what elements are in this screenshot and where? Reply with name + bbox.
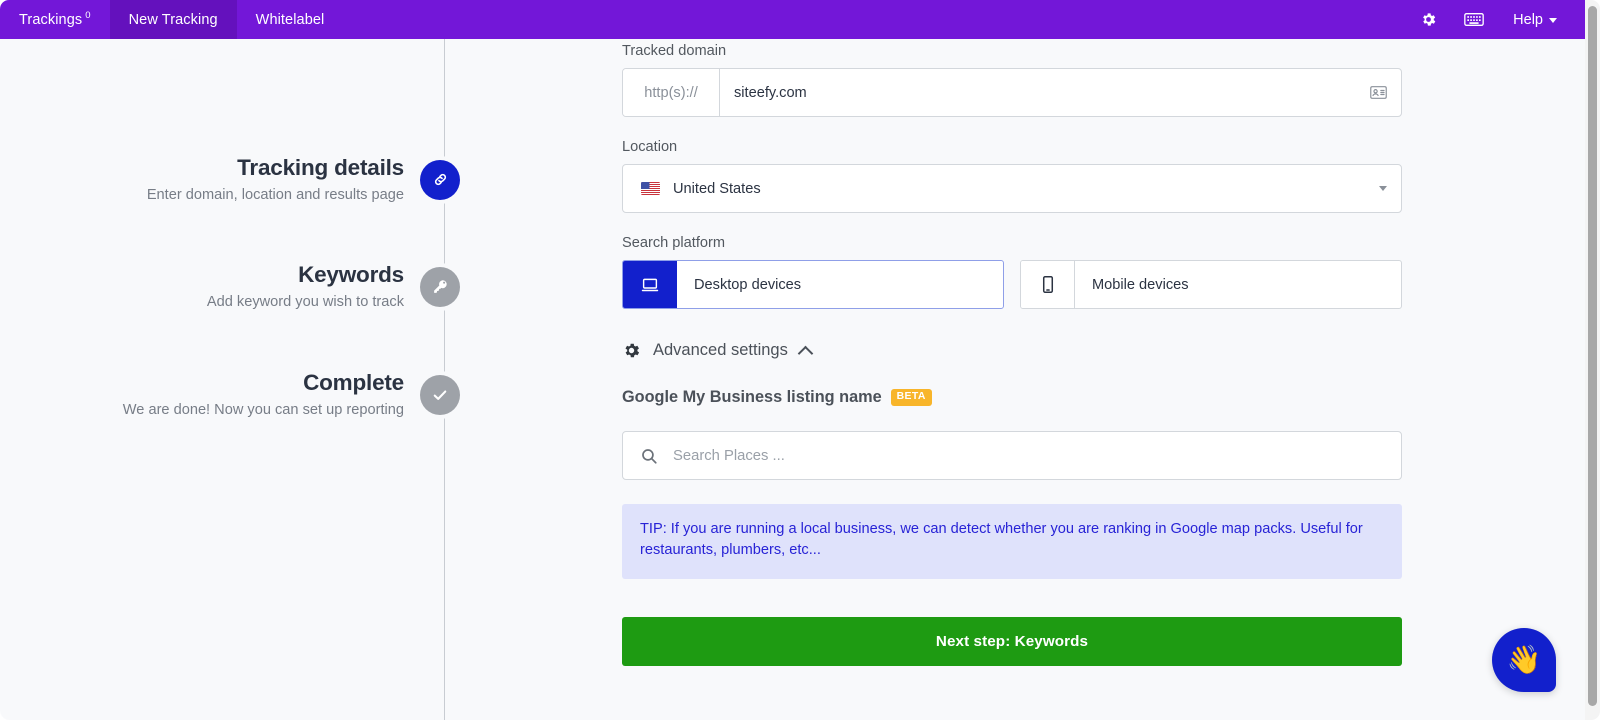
chevron-down-icon — [1379, 186, 1387, 191]
step-complete-text: Complete We are done! Now you can set up… — [0, 369, 420, 420]
domain-protocol-prefix: http(s):// — [623, 69, 720, 116]
gear-icon — [622, 341, 641, 360]
step-keywords-text: Keywords Add keyword you wish to track — [0, 261, 420, 312]
places-search-group — [622, 431, 1402, 480]
nav-tab-new-tracking[interactable]: New Tracking — [109, 0, 237, 39]
step-complete-title: Complete — [303, 370, 404, 395]
step-keywords-title: Keywords — [298, 262, 404, 287]
step-keywords-subtitle: Add keyword you wish to track — [206, 294, 404, 311]
gmb-heading: Google My Business listing name BETA — [622, 388, 1402, 407]
search-platform-options: Desktop devices Mobile devices — [622, 260, 1402, 309]
advanced-settings-toggle[interactable]: Advanced settings — [622, 341, 1402, 362]
gmb-title: Google My Business listing name — [622, 388, 882, 406]
us-flag-icon — [641, 182, 660, 195]
nav-actions: Help — [1405, 0, 1585, 39]
key-icon[interactable] — [420, 266, 460, 307]
platform-option-desktop-label: Desktop devices — [694, 276, 802, 293]
desktop-icon — [623, 261, 677, 308]
location-value: United States — [673, 180, 761, 197]
search-icon — [640, 447, 658, 465]
vertical-scrollbar-thumb[interactable] — [1588, 6, 1597, 706]
step-tracking-details-title: Tracking details — [237, 155, 404, 180]
tracked-domain-label: Tracked domain — [622, 43, 727, 59]
search-platform-field: Search platform Desktop devices Mobile d… — [622, 213, 1402, 309]
step-tracking-details-subtitle: Enter domain, location and results page — [146, 187, 404, 204]
nav-tabs: Trackings 0 New Tracking Whitelabel — [0, 0, 343, 39]
gear-icon[interactable] — [1405, 0, 1451, 39]
nav-tab-trackings[interactable]: Trackings 0 — [0, 0, 110, 39]
chat-launcher-button[interactable]: 👋 — [1492, 628, 1556, 692]
page-content: Tracking details Enter domain, location … — [0, 39, 1585, 720]
chevron-up-icon — [797, 345, 814, 362]
platform-option-desktop[interactable]: Desktop devices — [622, 260, 1004, 309]
tracking-details-form: Tracked domain http(s):// siteefy.com Lo… — [622, 39, 1402, 666]
help-menu[interactable]: Help — [1497, 12, 1563, 28]
gmb-tip-text: TIP: If you are running a local business… — [640, 521, 1363, 559]
chevron-down-icon — [1549, 18, 1557, 23]
search-platform-label: Search platform — [622, 235, 726, 251]
top-navigation-bar: Trackings 0 New Tracking Whitelabel Help — [0, 0, 1585, 39]
beta-badge: BETA — [890, 389, 932, 406]
help-menu-label: Help — [1513, 11, 1543, 28]
tracked-domain-field: Tracked domain http(s):// — [622, 39, 1402, 117]
step-keywords[interactable]: Keywords Add keyword you wish to track — [0, 261, 460, 312]
nav-tab-trackings-label: Trackings — [19, 11, 83, 28]
location-field: Location United States — [622, 117, 1402, 213]
step-tracking-details[interactable]: Tracking details Enter domain, location … — [0, 154, 460, 205]
step-complete[interactable]: Complete We are done! Now you can set up… — [0, 369, 460, 420]
places-search-input[interactable] — [658, 447, 1401, 464]
advanced-settings-label: Advanced settings — [653, 341, 788, 359]
location-label: Location — [622, 139, 678, 155]
browser-viewport: Trackings 0 New Tracking Whitelabel Help… — [0, 0, 1600, 720]
gmb-tip-banner: TIP: If you are running a local business… — [622, 504, 1402, 579]
platform-option-mobile-label: Mobile devices — [1092, 276, 1189, 293]
check-icon[interactable] — [420, 374, 460, 415]
mobile-icon — [1021, 261, 1075, 308]
advanced-settings-section: Advanced settings — [622, 309, 1402, 362]
tracked-domain-input-group: http(s):// — [622, 68, 1402, 117]
nav-tab-whitelabel[interactable]: Whitelabel — [237, 0, 344, 39]
tracked-domain-input[interactable] — [720, 69, 1355, 116]
gmb-section: Google My Business listing name BETA TIP… — [622, 360, 1402, 579]
location-select[interactable]: United States — [622, 164, 1402, 213]
nav-tab-whitelabel-label: Whitelabel — [255, 11, 325, 28]
next-step-button[interactable]: Next step: Keywords — [622, 616, 1402, 666]
waving-hand-icon: 👋 — [1506, 644, 1542, 675]
vertical-scrollbar-track[interactable] — [1585, 0, 1600, 720]
link-icon[interactable] — [420, 159, 460, 200]
step-tracking-details-text: Tracking details Enter domain, location … — [0, 154, 420, 205]
keyboard-icon[interactable] — [1451, 0, 1497, 39]
stepper: Tracking details Enter domain, location … — [0, 39, 460, 720]
address-card-icon[interactable] — [1355, 69, 1401, 116]
next-step-section: Next step: Keywords — [622, 579, 1402, 666]
step-complete-subtitle: We are done! Now you can set up reportin… — [122, 402, 404, 419]
nav-tab-new-tracking-label: New Tracking — [128, 11, 218, 28]
platform-option-mobile[interactable]: Mobile devices — [1020, 260, 1402, 309]
trackings-count-badge: 0 — [85, 10, 91, 21]
